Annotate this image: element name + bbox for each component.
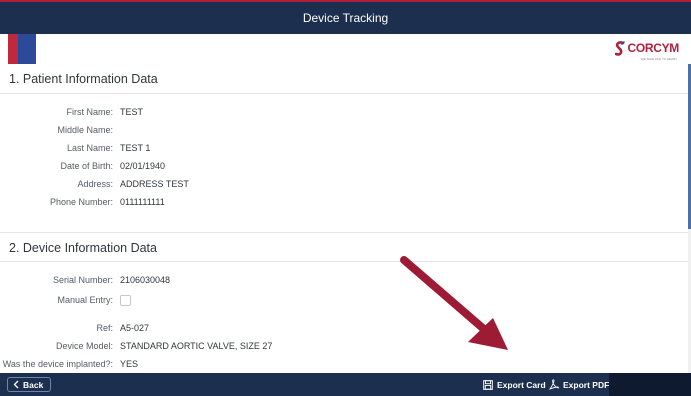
field-date-of-birth: Date of Birth: 02/01/1940 [60,161,166,171]
export-pdf-button[interactable]: Export PDF [549,377,609,392]
brand-bar: CORCYM WE TAKE LIFE TO HEART [0,34,691,64]
field-last-name: Last Name: TEST 1 [66,143,151,153]
patient-fields: First Name: TEST Middle Name: Last Name:… [0,94,688,232]
logo-text: CORCYM [627,41,679,55]
title-bar: Device Tracking [0,0,691,34]
field-manual-entry: Manual Entry: [0,289,688,311]
patient-section: 1. Patient Information Data First Name: … [0,64,688,232]
field-device-model: Device Model: STANDARD AORTIC VALVE, SIZ… [55,341,273,351]
manual-entry-checkbox[interactable] [120,294,131,306]
footer-right-panel [609,373,691,396]
brand-flag [8,34,36,64]
section-title-patient: 1. Patient Information Data [0,64,688,94]
field-phone-number: Phone Number: 0111111111 [49,197,165,207]
back-button-label: Back [23,379,44,390]
device-section: 2. Device Information Data Serial Number… [0,232,688,373]
field-first-name: First Name: TEST [66,107,144,117]
field-device-implanted: Was the device implanted?: YES [2,359,139,369]
field-address: Address: ADDRESS TEST [77,179,189,189]
pdf-icon [549,379,559,390]
corcym-logo-icon [615,41,626,57]
chevron-left-icon [13,380,19,389]
corcym-logo: CORCYM WE TAKE LIFE TO HEART [615,41,679,61]
section-title-device: 2. Device Information Data [0,232,688,262]
field-serial-number: Serial Number: 2106030048 [52,275,171,285]
field-ref: Ref: A5-027 [96,323,150,333]
export-pdf-label: Export PDF [563,379,610,390]
device-fields: Serial Number: 2106030048 Manual Entry: … [0,262,688,373]
export-card-label: Export Card [497,379,546,390]
back-button[interactable]: Back [7,377,52,392]
flag-blue-stripe [18,34,36,64]
field-middle-name: Middle Name: [57,125,113,135]
page-title: Device Tracking [302,11,389,25]
footer-toolbar: Back Export Card Export PDF [0,373,691,396]
export-card-button[interactable]: Export Card [483,377,546,392]
save-icon [483,379,493,390]
logo-tagline: WE TAKE LIFE TO HEART [640,57,677,61]
main-content: 1. Patient Information Data First Name: … [0,64,688,373]
flag-red-stripe [8,34,18,64]
